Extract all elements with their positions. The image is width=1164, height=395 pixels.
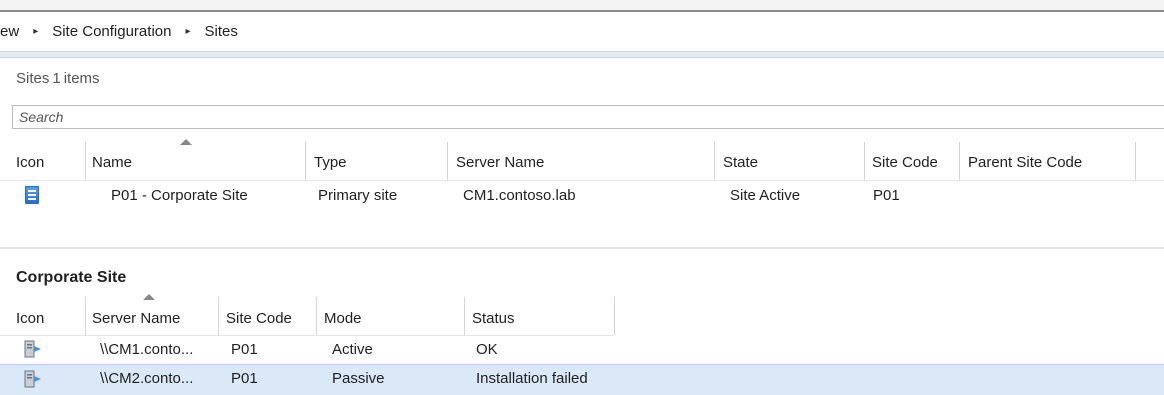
pane-divider[interactable] xyxy=(0,247,1164,249)
sort-ascending-icon xyxy=(143,294,155,300)
column-header-server-name[interactable]: Server Name xyxy=(92,303,180,335)
breadcrumb: ew ▸ Site Configuration ▸ Sites xyxy=(0,14,1164,48)
column-header-type[interactable]: Type xyxy=(314,146,347,180)
column-header-site-code[interactable]: Site Code xyxy=(226,303,292,335)
breadcrumb-item-sites[interactable]: Sites xyxy=(205,23,238,40)
list-item-count: 1 xyxy=(52,70,61,87)
site-code-cell: P01 xyxy=(873,187,900,204)
column-header-status[interactable]: Status xyxy=(472,303,515,335)
breadcrumb-separator-icon: ▸ xyxy=(33,25,39,37)
server-name-cell: \\CM2.conto... xyxy=(100,370,194,387)
column-header-parent-site-code[interactable]: Parent Site Code xyxy=(968,146,1082,180)
column-divider xyxy=(614,297,615,335)
column-divider xyxy=(1135,142,1136,180)
column-header-icon[interactable]: Icon xyxy=(16,303,44,335)
column-divider xyxy=(959,142,960,180)
column-header-server-name[interactable]: Server Name xyxy=(456,146,544,180)
list-title: Sites 1 items xyxy=(16,64,100,94)
breadcrumb-divider xyxy=(0,51,1164,58)
breadcrumb-item-site-configuration[interactable]: Site Configuration xyxy=(52,23,171,40)
site-code-cell: P01 xyxy=(231,341,258,358)
detail-title: Corporate Site xyxy=(16,269,127,286)
column-divider xyxy=(85,297,86,335)
list-title-name: Sites xyxy=(16,70,50,87)
site-state-cell: Site Active xyxy=(730,187,801,204)
column-divider xyxy=(218,297,219,335)
search-box xyxy=(12,105,1164,129)
table-row[interactable]: P01 - Corporate Site Primary site CM1.co… xyxy=(0,180,1164,212)
status-cell: OK xyxy=(476,341,498,358)
status-cell: Installation failed xyxy=(476,370,588,387)
column-divider xyxy=(85,142,86,180)
search-input[interactable] xyxy=(13,106,1164,128)
site-code-cell: P01 xyxy=(231,370,258,387)
column-header-state[interactable]: State xyxy=(723,146,758,180)
column-divider xyxy=(464,297,465,335)
mode-cell: Active xyxy=(332,341,373,358)
column-header-site-code[interactable]: Site Code xyxy=(872,146,938,180)
column-divider xyxy=(305,142,306,180)
site-icon xyxy=(25,186,39,204)
list-title-suffix: items xyxy=(63,70,100,87)
column-header-mode[interactable]: Mode xyxy=(324,303,362,335)
table-row-selected[interactable]: \\CM2.conto... P01 Passive Installation … xyxy=(0,364,1164,395)
column-divider xyxy=(864,142,865,180)
server-name-cell: \\CM1.conto... xyxy=(100,341,194,358)
top-border xyxy=(0,0,1164,12)
server-icon xyxy=(24,340,41,358)
site-type-cell: Primary site xyxy=(318,187,398,204)
mode-cell: Passive xyxy=(332,370,385,387)
column-divider xyxy=(714,142,715,180)
breadcrumb-item-overview[interactable]: ew xyxy=(0,23,19,40)
column-divider xyxy=(447,142,448,180)
column-divider xyxy=(316,297,317,335)
breadcrumb-separator-icon: ▸ xyxy=(185,25,191,37)
site-name-cell: P01 - Corporate Site xyxy=(111,187,248,204)
server-name-cell: CM1.contoso.lab xyxy=(463,187,576,204)
sort-ascending-icon xyxy=(180,139,192,145)
table-row[interactable]: \\CM1.conto... P01 Active OK xyxy=(0,336,1164,364)
server-icon xyxy=(24,370,41,388)
column-header-icon[interactable]: Icon xyxy=(16,146,44,180)
column-header-name[interactable]: Name xyxy=(92,146,132,180)
